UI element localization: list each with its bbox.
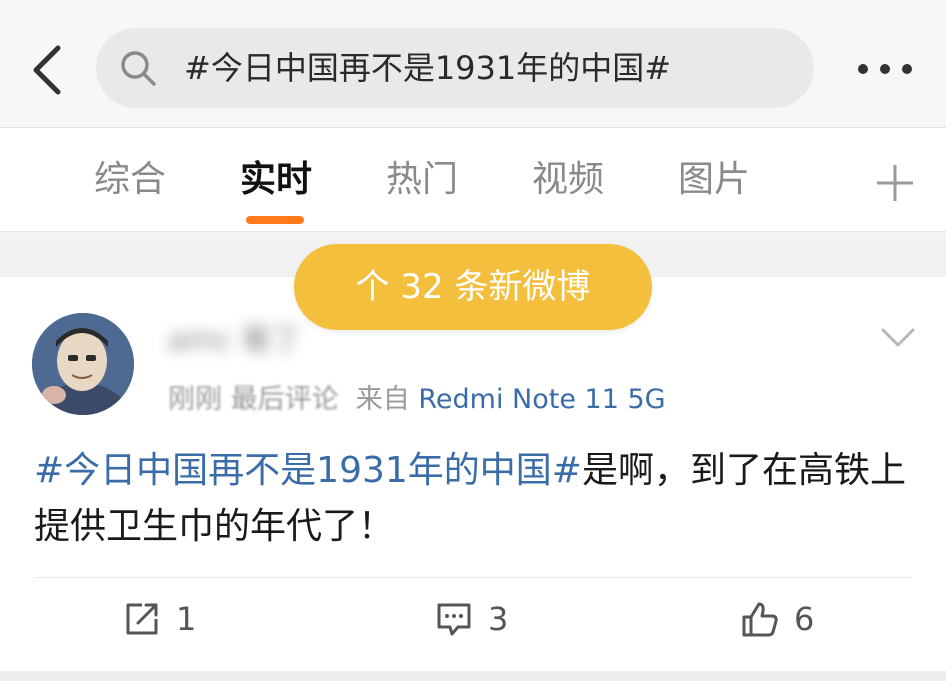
comment-count: 3: [488, 600, 509, 638]
post-time: 刚刚: [168, 384, 222, 415]
post-meta: 刚刚 最后评论 来自 Redmi Note 11 5G: [168, 383, 666, 417]
tab-bar: 综合 实时 热门 视频 图片: [0, 128, 946, 232]
post-card[interactable]: amc 看丁 刚刚 最后评论 来自 Redmi Note 11 5G #今日中国…: [0, 277, 946, 671]
tab-realtime[interactable]: 实时: [240, 158, 312, 202]
search-box[interactable]: #今日中国再不是1931年的中国#: [96, 28, 814, 108]
avatar[interactable]: [32, 313, 134, 415]
tab-video[interactable]: 视频: [532, 158, 604, 202]
search-query[interactable]: #今日中国再不是1931年的中国#: [184, 46, 671, 90]
search-icon: [118, 48, 158, 88]
plus-icon[interactable]: [872, 160, 918, 206]
repost-button[interactable]: 1: [122, 599, 232, 639]
tab-images[interactable]: 图片: [678, 158, 750, 202]
repost-icon: [126, 603, 158, 635]
bottom-strip: [0, 671, 946, 681]
comment-button[interactable]: 3: [434, 599, 544, 639]
post-device: Redmi Note 11 5G: [418, 384, 666, 415]
post-source-prefix: 来自: [355, 384, 410, 415]
tab-comprehensive[interactable]: 综合: [94, 158, 166, 202]
post-text: #今日中国再不是1931年的中国#是啊，到了在高铁上提供卫生巾的年代了！: [34, 443, 914, 555]
top-bar: #今日中国再不是1931年的中国#: [0, 0, 946, 128]
hashtag-link[interactable]: #今日中国再不是1931年的中国#: [34, 450, 582, 491]
more-icon[interactable]: [850, 52, 920, 86]
active-tab-indicator: [246, 216, 304, 224]
new-posts-text: 个 32 条新微博: [355, 267, 591, 307]
like-icon: [742, 602, 778, 637]
new-posts-banner[interactable]: 个 32 条新微博: [294, 244, 652, 330]
tab-hot[interactable]: 热门: [386, 158, 458, 202]
divider: [34, 577, 912, 578]
comment-icon: [437, 603, 471, 636]
chevron-down-icon[interactable]: [880, 327, 916, 349]
like-count: 6: [794, 600, 815, 638]
back-arrow-icon[interactable]: [24, 40, 74, 100]
like-button[interactable]: 6: [740, 599, 850, 639]
repost-count: 1: [176, 600, 197, 638]
post-last-comment: 最后评论: [230, 384, 339, 415]
